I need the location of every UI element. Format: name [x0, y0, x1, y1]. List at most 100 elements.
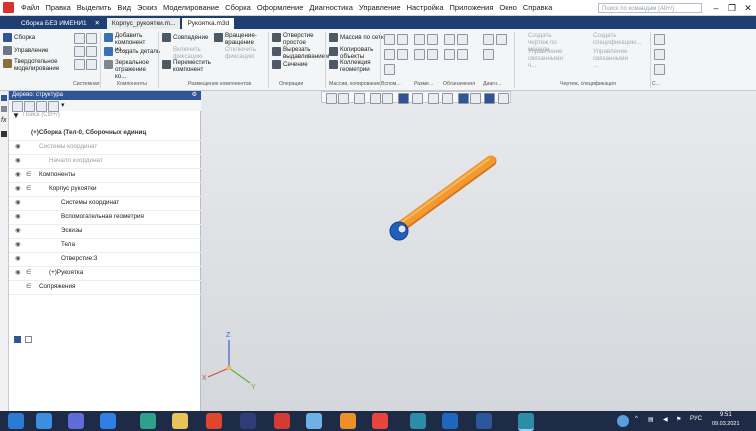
tab-assembly[interactable]: Сборка БЕЗ ИМЕНИ1 ✕: [16, 18, 105, 29]
designation-icon[interactable]: [444, 34, 455, 45]
opera-icon[interactable]: [206, 413, 222, 429]
word-icon[interactable]: [476, 413, 492, 429]
print-icon[interactable]: [86, 46, 97, 57]
include-icon[interactable]: ∈: [26, 280, 32, 294]
visibility-eye-icon[interactable]: ◉: [15, 196, 21, 210]
include-icon[interactable]: ∈: [26, 182, 32, 196]
aux-cs-icon[interactable]: [397, 49, 408, 60]
open-icon[interactable]: [86, 33, 97, 44]
tree-dropdown-icon[interactable]: ▾: [61, 101, 65, 109]
menu-settings[interactable]: Настройка: [404, 3, 447, 12]
save-icon[interactable]: [74, 46, 85, 57]
include-icon[interactable]: ∈: [26, 266, 32, 280]
mirror-button[interactable]: Зеркальное отражение ко...: [115, 59, 155, 80]
enable-fixing-button[interactable]: Включить фиксацию: [173, 46, 207, 60]
file-explorer-icon[interactable]: [172, 413, 188, 429]
tree-row-aux-geometry[interactable]: ◉ Вспомогательная геометрия: [9, 210, 201, 225]
tree-row-origin[interactable]: ◉ Начало координат: [9, 154, 201, 169]
move-component-button[interactable]: Переместить компонент: [173, 59, 211, 73]
disable-fixing-button[interactable]: Отключить фиксацию: [225, 46, 263, 60]
menu-window[interactable]: Окно: [496, 3, 519, 12]
language-indicator[interactable]: РУС: [690, 416, 702, 422]
tree-footer-icon-1[interactable]: [14, 336, 21, 343]
edge-browser-icon[interactable]: [36, 413, 52, 429]
store-icon[interactable]: [140, 413, 156, 429]
menu-diagnostics[interactable]: Диагностика: [306, 3, 355, 12]
menu-file[interactable]: Файл: [18, 3, 42, 12]
kompas-active-icon[interactable]: [518, 413, 534, 431]
tree-row-body-part[interactable]: ◉ ∈ Корпус рукоятки: [9, 182, 201, 197]
yandex-browser-icon[interactable]: [372, 413, 388, 429]
manage-linked-button-2[interactable]: Управление связанными ...: [593, 48, 633, 69]
tree-row-mates[interactable]: ∈ Сопряжения: [9, 280, 201, 295]
aux-plane-icon[interactable]: [384, 49, 395, 60]
volume-icon[interactable]: ◀: [663, 416, 668, 423]
app-purple-icon[interactable]: [68, 413, 84, 429]
aux-axis-icon[interactable]: [397, 34, 408, 45]
manage-linked-button-1[interactable]: Управление связанными ч...: [528, 48, 570, 69]
clock-date[interactable]: 09.03.2021: [712, 421, 740, 427]
parameters-panel-icon[interactable]: [1, 106, 7, 112]
menu-assembly[interactable]: Сборка: [222, 3, 254, 12]
rotation-button[interactable]: Вращение-вращение: [225, 32, 263, 46]
mode-assembly[interactable]: Сборка: [14, 34, 35, 41]
visibility-eye-icon[interactable]: ◉: [15, 224, 21, 238]
menu-management[interactable]: Управление: [356, 3, 404, 12]
tree-row-assembly[interactable]: (+)Сборка (Тел-0, Сборочных единиц: [9, 126, 201, 141]
tree-search-input[interactable]: Поиск (Ctrl+/): [23, 112, 60, 118]
visibility-eye-icon[interactable]: ◉: [15, 238, 21, 252]
tree-row-coord-systems-2[interactable]: ◉ Системы координат: [9, 196, 201, 211]
cut-extrude-button[interactable]: Вырезать выдавливанием: [283, 46, 329, 60]
settings-gear-icon[interactable]: ⚙: [192, 91, 197, 100]
menu-sketch[interactable]: Эскиз: [134, 3, 160, 12]
close-icon[interactable]: ✕: [740, 3, 756, 14]
menu-edit[interactable]: Правка: [42, 3, 73, 12]
section-button[interactable]: Сечение: [283, 61, 308, 68]
tree-row-handle[interactable]: ◉ ∈ (+)Рукоятка: [9, 266, 201, 281]
ie-browser-icon[interactable]: [100, 413, 116, 429]
network-icon[interactable]: ▤: [648, 416, 654, 423]
properties-panel-icon[interactable]: [1, 131, 7, 137]
menu-drafting[interactable]: Оформление: [254, 3, 307, 12]
3d-viewport[interactable]: Z X Y: [201, 91, 756, 411]
visibility-eye-icon[interactable]: ◉: [15, 168, 21, 182]
redo-icon[interactable]: [86, 59, 97, 70]
diagnostics-icon[interactable]: [483, 34, 494, 45]
leader-icon[interactable]: [444, 49, 455, 60]
geometry-collection-button[interactable]: Коллекция геометрии: [340, 59, 374, 73]
base-icon[interactable]: [457, 49, 468, 60]
tree-row-coord-systems[interactable]: ◉ Системы координат: [9, 140, 201, 155]
app-teal-icon[interactable]: [410, 413, 426, 429]
command-search-input[interactable]: Поиск по командам (Alt+/): [598, 3, 702, 13]
menu-view[interactable]: Вид: [114, 3, 134, 12]
mode-management[interactable]: Управление: [14, 47, 48, 54]
visibility-eye-icon[interactable]: ◉: [15, 266, 21, 280]
create-part-button[interactable]: Создать деталь: [115, 48, 160, 55]
tree-footer-icon-2[interactable]: [25, 336, 32, 343]
dimension-line-icon[interactable]: [427, 49, 438, 60]
hole-button[interactable]: Отверстие простое: [283, 32, 319, 46]
dimension-icon[interactable]: [414, 34, 425, 45]
restore-icon[interactable]: ❐: [724, 3, 740, 14]
tree-row-hole[interactable]: ◉ Отверстие:3: [9, 252, 201, 267]
photos-icon[interactable]: [306, 413, 322, 429]
spec-tool-icon-2[interactable]: [654, 49, 665, 60]
aux-curve-icon[interactable]: [384, 64, 395, 75]
hp-icon[interactable]: [240, 413, 256, 429]
tree-row-bodies[interactable]: ◉ Тела: [9, 238, 201, 253]
visibility-eye-icon[interactable]: ◉: [15, 140, 21, 154]
visibility-eye-icon[interactable]: ◉: [15, 154, 21, 168]
clock-time[interactable]: 9:51: [720, 412, 732, 418]
undo-icon[interactable]: [74, 59, 85, 70]
copy-objects-button[interactable]: Копировать объекты: [340, 46, 374, 60]
tab-close-icon[interactable]: ✕: [94, 20, 99, 27]
tray-app-icon[interactable]: [617, 415, 629, 427]
menu-select[interactable]: Выделить: [74, 3, 115, 12]
tray-chevron-icon[interactable]: ^: [635, 416, 638, 422]
start-windows-icon[interactable]: [8, 413, 24, 429]
measure-icon[interactable]: [496, 34, 507, 45]
coincidence-button[interactable]: Совпадение: [173, 34, 208, 41]
spec-tool-icon-1[interactable]: [654, 34, 665, 45]
menu-modeling[interactable]: Моделирование: [160, 3, 222, 12]
aux-point-icon[interactable]: [384, 34, 395, 45]
